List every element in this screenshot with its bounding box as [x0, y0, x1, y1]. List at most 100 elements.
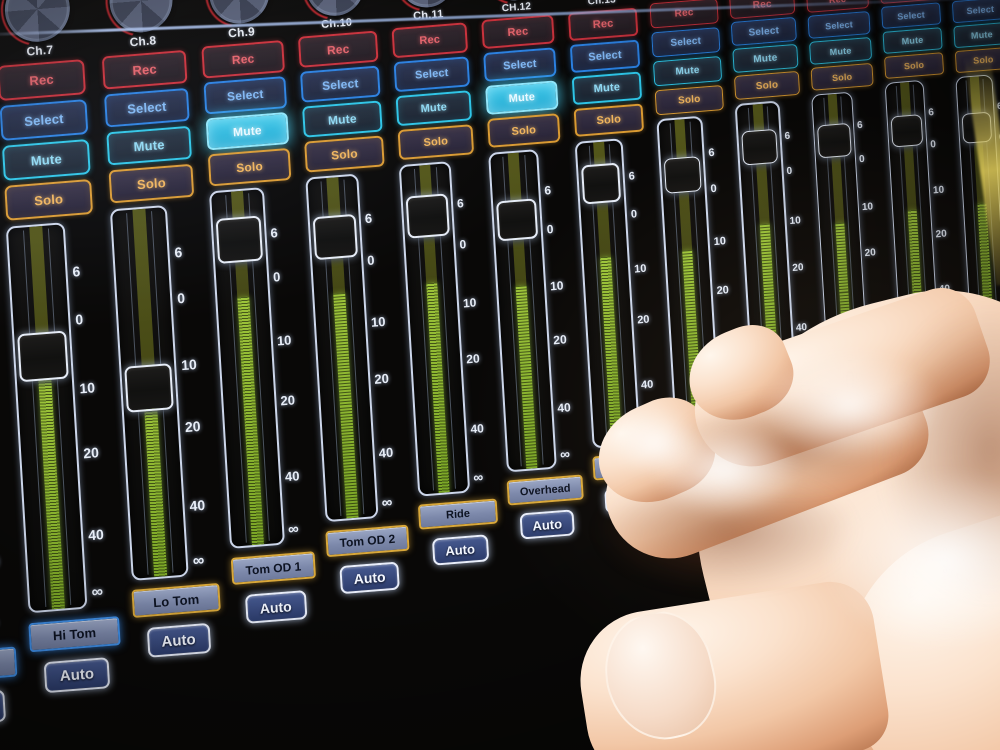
select-button-ch17[interactable]: Select — [881, 2, 942, 29]
channel-name-ch12[interactable]: Overhead — [506, 474, 584, 506]
fader-handle-ch17[interactable] — [890, 114, 924, 148]
level-meter-ch13 — [599, 256, 623, 446]
scale-tick-6: 6 — [708, 146, 715, 160]
select-button-ch16[interactable]: Select — [807, 10, 871, 39]
channel-name-ch16[interactable]: sOH Comb — [827, 366, 893, 391]
fader-handle-ch7[interactable] — [17, 330, 69, 383]
mute-button-ch7[interactable]: Mute — [1, 138, 91, 181]
pan-knob-ch9[interactable] — [207, 0, 271, 26]
channel-name-ch7[interactable]: Hi Tom — [28, 616, 121, 653]
scale-tick-inf: ∞ — [559, 446, 570, 463]
scale-tick-20: 20 — [280, 392, 296, 409]
rec-button-ch10[interactable]: Rec — [297, 30, 379, 68]
auto-button-ch8[interactable]: Auto — [146, 622, 211, 658]
channel-name-ch13[interactable] — [592, 450, 667, 481]
select-button-ch13[interactable]: Select — [569, 39, 641, 74]
select-button-ch8[interactable]: Select — [104, 87, 190, 128]
channel-name-ch8[interactable]: Lo Tom — [131, 582, 221, 618]
mute-button-ch11[interactable]: Mute — [395, 90, 473, 127]
auto-button-ch-partial-left[interactable]: Auto — [0, 689, 7, 727]
select-button-ch10[interactable]: Select — [299, 65, 381, 103]
select-button-ch9[interactable]: Select — [203, 76, 288, 115]
channel-name-ch18[interactable] — [969, 325, 1000, 348]
channel-name-ch-partial-left[interactable] — [0, 646, 18, 685]
rec-button-ch8[interactable]: Rec — [101, 49, 188, 90]
level-meter-ch10 — [332, 292, 359, 519]
rec-button-ch11[interactable]: Rec — [391, 22, 469, 59]
auto-button-ch18[interactable]: Auto — [980, 350, 1000, 374]
select-button-ch15[interactable]: Select — [730, 16, 797, 47]
select-button-ch11[interactable]: Select — [393, 56, 471, 93]
channel-name-ch9[interactable]: Tom OD 1 — [230, 551, 317, 585]
scale-tick-40: 40 — [938, 283, 951, 296]
auto-button-ch15[interactable]: Auto — [763, 416, 812, 443]
solo-button-ch14[interactable]: Solo — [654, 84, 724, 116]
solo-button-ch10[interactable]: Solo — [304, 135, 385, 173]
fader-handle-ch8[interactable] — [124, 363, 174, 413]
select-button-ch18[interactable]: Select — [951, 0, 1000, 24]
mute-button-ch9[interactable]: Mute — [205, 111, 290, 151]
rec-button-ch15[interactable]: Rec — [729, 0, 796, 20]
auto-button-ch16[interactable]: Auto — [838, 394, 885, 419]
solo-button-ch12[interactable]: Solo — [487, 113, 561, 148]
auto-button-ch11[interactable]: Auto — [431, 534, 489, 566]
rec-button-ch9[interactable]: Rec — [201, 40, 285, 79]
scale-tick-40: 40 — [867, 304, 880, 317]
mute-button-ch8[interactable]: Mute — [106, 125, 192, 166]
auto-button-ch14[interactable]: Auto — [685, 446, 736, 473]
mixer-touchscreen[interactable]: RecSelectMuteSolo60102040∞AutoCh.7RecSel… — [0, 0, 1000, 750]
fader-handle-ch10[interactable] — [312, 213, 359, 261]
scale-tick-6: 6 — [784, 130, 791, 143]
mute-button-ch10[interactable]: Mute — [302, 100, 383, 138]
knob-ring-icon — [398, 0, 454, 8]
channel-name-ch10[interactable]: Tom OD 2 — [325, 524, 410, 558]
scale-tick-10: 10 — [549, 278, 564, 294]
mute-button-ch16[interactable]: Mute — [808, 36, 873, 65]
mute-button-ch17[interactable]: Mute — [882, 27, 943, 54]
scale-tick-10: 10 — [633, 262, 647, 276]
mute-button-ch12[interactable]: Mute — [485, 80, 559, 115]
rec-button-ch12[interactable]: Rec — [481, 14, 555, 50]
auto-button-ch12[interactable]: Auto — [519, 509, 575, 540]
mute-button-ch13[interactable]: Mute — [571, 71, 643, 105]
scale-tick-6: 6 — [856, 119, 863, 132]
fader-handle-ch15[interactable] — [741, 128, 779, 166]
scale-tick-0: 0 — [630, 208, 638, 221]
channel-name-ch17[interactable]: Roo — [900, 341, 963, 366]
fader-handle-ch14[interactable] — [663, 156, 702, 194]
scale-tick-10: 10 — [713, 235, 727, 249]
fader-handle-ch11[interactable] — [405, 193, 450, 239]
mute-button-ch15[interactable]: Mute — [732, 43, 799, 74]
mute-button-ch18[interactable]: Mute — [953, 21, 1000, 49]
rec-button-ch7[interactable]: Rec — [0, 59, 86, 102]
fader-handle-ch9[interactable] — [215, 215, 264, 264]
solo-button-ch9[interactable]: Solo — [207, 147, 292, 187]
solo-button-ch7[interactable]: Solo — [4, 178, 94, 221]
solo-button-ch8[interactable]: Solo — [108, 163, 195, 204]
select-button-ch14[interactable]: Select — [651, 27, 721, 58]
auto-button-ch17[interactable]: Auto — [910, 369, 955, 393]
auto-button-ch13[interactable]: Auto — [604, 484, 659, 514]
solo-button-ch13[interactable]: Solo — [573, 103, 645, 137]
auto-button-ch10[interactable]: Auto — [339, 561, 400, 595]
channel-name-ch15[interactable]: sOH Comp — [751, 388, 820, 414]
channel-name-ch11[interactable]: Ride — [417, 498, 499, 530]
fader-handle-ch12[interactable] — [495, 198, 539, 242]
solo-button-ch15[interactable]: Solo — [733, 70, 801, 100]
solo-button-ch16[interactable]: Solo — [810, 62, 874, 91]
pan-knob-ch7[interactable] — [3, 0, 72, 45]
select-button-ch7[interactable]: Select — [0, 99, 89, 141]
solo-button-ch17[interactable]: Solo — [884, 52, 945, 79]
fader-handle-ch16[interactable] — [816, 122, 852, 159]
mute-button-ch14[interactable]: Mute — [652, 56, 723, 87]
auto-button-ch9[interactable]: Auto — [244, 590, 307, 624]
scale-tick-inf: ∞ — [91, 582, 103, 602]
select-button-ch12[interactable]: Select — [483, 47, 557, 83]
channel-name-ch14[interactable] — [673, 415, 745, 442]
solo-button-ch11[interactable]: Solo — [397, 124, 475, 161]
rec-button-ch14[interactable]: Rec — [649, 0, 719, 29]
fader-handle-ch13[interactable] — [580, 162, 622, 205]
auto-button-ch7[interactable]: Auto — [43, 657, 111, 694]
scale-tick-0: 0 — [710, 182, 718, 196]
scale-tick-6: 6 — [174, 243, 183, 261]
